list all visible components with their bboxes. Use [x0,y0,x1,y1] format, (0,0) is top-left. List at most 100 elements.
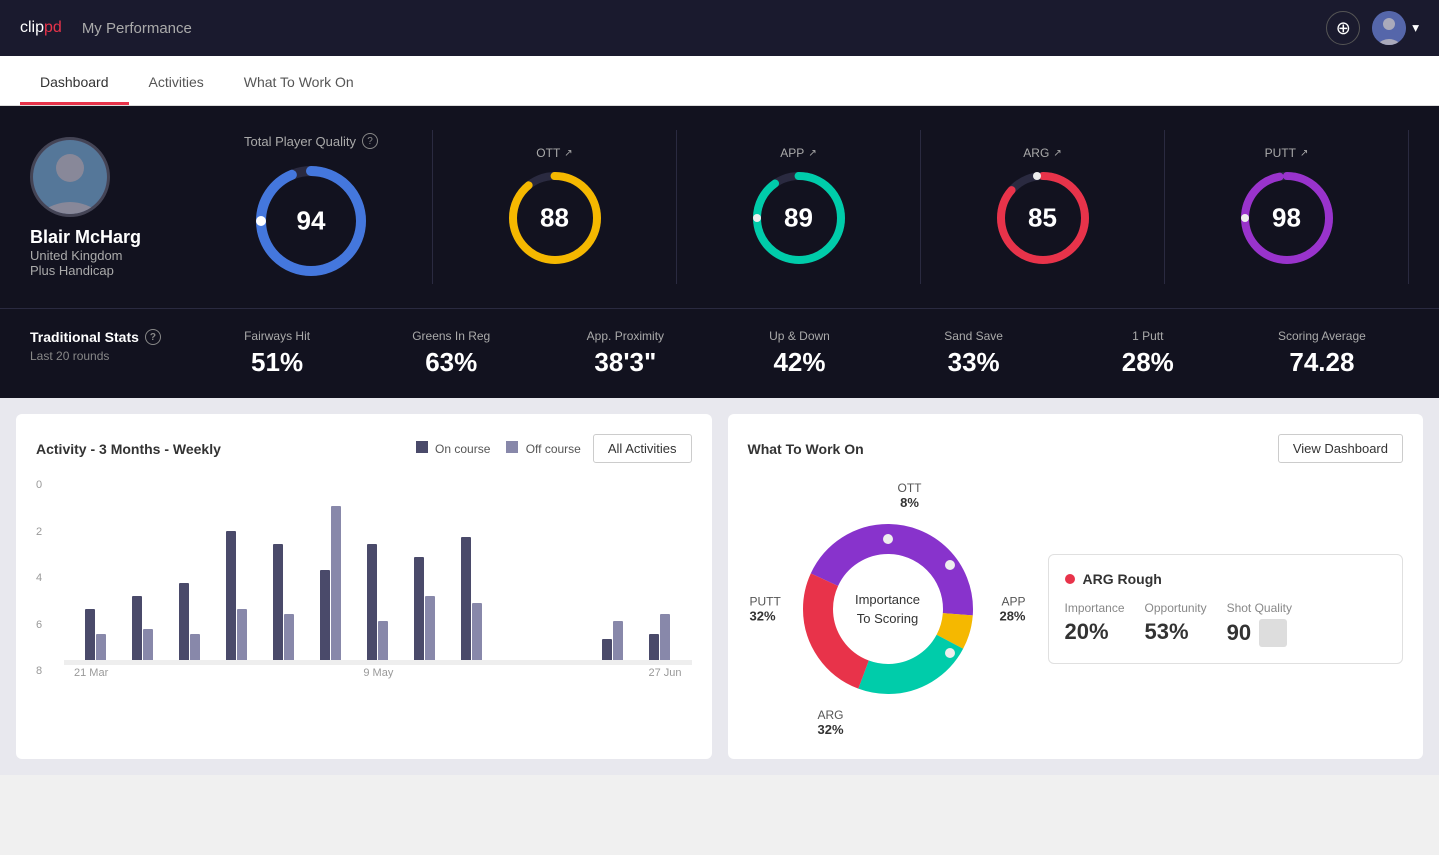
shot-quality-badge [1259,619,1287,647]
score-label-putt: PUTT ↗ [1265,146,1309,160]
donut-label-app: APP 28% [999,595,1025,624]
bar-group [215,531,258,660]
scores-row: OTT ↗ 88 APP ↗ [432,130,1409,284]
wtwo-content: OTT 8% APP 28% ARG 32% PUTT 32% [748,479,1404,739]
donut-chart-section: OTT 8% APP 28% ARG 32% PUTT 32% [748,479,1028,739]
arg-ring: 85 [993,168,1093,268]
score-label-arg: ARG ↗ [1023,146,1061,160]
tab-dashboard[interactable]: Dashboard [20,60,129,105]
player-country: United Kingdom [30,248,190,263]
player-handicap: Plus Handicap [30,263,190,278]
bar-off-course [472,603,482,660]
add-button[interactable]: ⊕ [1326,11,1360,45]
bar-group [356,544,399,660]
bar-on-course [320,570,330,660]
bar-group [591,621,634,660]
plus-icon: ⊕ [1336,18,1351,39]
tab-activities[interactable]: Activities [129,60,224,105]
what-to-work-on-card: What To Work On View Dashboard OTT 8% AP… [728,414,1424,759]
info-card-title: ARG Rough [1065,571,1387,587]
chart-x-labels: 21 Mar 9 May 27 Jun [64,667,692,679]
stats-label-section: Traditional Stats ? Last 20 rounds [30,329,190,363]
tpq-value: 94 [297,206,326,237]
bar-group [121,596,164,660]
putt-ring: 98 [1237,168,1337,268]
stat-1-putt: 1 Putt 28% [1061,329,1235,378]
bar-on-course [461,537,471,660]
logo-pd-text: pd [44,19,62,37]
arg-value: 85 [1028,203,1057,234]
bottom-row: Activity - 3 Months - Weekly On course O… [0,398,1439,775]
donut-center: Importance To Scoring [855,590,920,629]
bar-on-course [367,544,377,660]
player-info: Blair McHarg United Kingdom Plus Handica… [30,137,190,278]
bar-off-course [378,621,388,660]
score-card-arg: ARG ↗ 85 [921,130,1165,284]
bar-off-course [143,629,153,660]
info-metrics: Importance 20% Opportunity 53% Shot Qual… [1065,601,1387,647]
wtwo-header: What To Work On View Dashboard [748,434,1404,463]
stat-app-proximity: App. Proximity 38'3" [538,329,712,378]
bar-off-course [660,614,670,660]
stat-greens-in-reg: Greens In Reg 63% [364,329,538,378]
app-trend-icon: ↗ [808,148,816,159]
traditional-stats-row: Traditional Stats ? Last 20 rounds Fairw… [0,308,1439,398]
tpq-label: Total Player Quality ? [244,133,378,149]
chart-y-labels: 8 6 4 2 0 [36,479,56,679]
chart-wrapper: 8 6 4 2 0 21 Mar [36,479,692,679]
avatar [1372,11,1406,45]
tpq-help-icon[interactable]: ? [362,133,378,149]
tabs-bar: Dashboard Activities What To Work On [0,56,1439,106]
chevron-down-icon: ▾ [1412,20,1419,36]
info-metric-shot-quality: Shot Quality 90 [1227,601,1292,647]
ott-trend-icon: ↗ [564,148,572,159]
score-card-app: APP ↗ 89 [677,130,921,284]
bar-on-course [179,583,189,660]
bar-group [309,506,352,660]
all-activities-button[interactable]: All Activities [593,434,692,463]
bar-on-course [602,639,612,660]
putt-value: 98 [1272,203,1301,234]
stat-up-and-down: Up & Down 42% [712,329,886,378]
arg-trend-icon: ↗ [1053,148,1061,159]
putt-trend-icon: ↗ [1300,148,1308,159]
info-metric-importance: Importance 20% [1065,601,1125,647]
stat-scoring-average: Scoring Average 74.28 [1235,329,1409,378]
bar-off-course [331,506,341,660]
player-section: Blair McHarg United Kingdom Plus Handica… [30,130,1409,284]
chart-bars-wrapper: 21 Mar 9 May 27 Jun [64,660,692,679]
bar-on-course [226,531,236,660]
bar-group [74,609,117,660]
bar-group [403,557,446,660]
chart-legend: On course Off course [416,441,581,456]
app-ring: 89 [749,168,849,268]
info-card: ARG Rough Importance 20% Opportunity 53%… [1048,554,1404,664]
tab-what-to-work-on[interactable]: What To Work On [224,60,374,105]
player-avatar [30,137,110,217]
bar-group [168,583,211,660]
view-dashboard-button[interactable]: View Dashboard [1278,434,1403,463]
on-course-legend-dot [416,441,428,453]
ott-value: 88 [540,203,569,234]
red-dot-icon [1065,574,1075,584]
ott-ring: 88 [505,168,605,268]
stats-title: Traditional Stats ? [30,329,190,345]
stat-fairways-hit: Fairways Hit 51% [190,329,364,378]
app-value: 89 [784,203,813,234]
bar-on-course [85,609,95,660]
stats-help-icon[interactable]: ? [145,329,161,345]
bar-group [450,537,493,660]
donut-label-ott: OTT 8% [898,481,922,510]
bar-on-course [132,596,142,660]
bar-group [262,544,305,660]
grid-line [64,664,692,665]
bar-off-course [190,634,200,660]
header: clippd My Performance ⊕ ▾ [0,0,1439,56]
chart-title: Activity - 3 Months - Weekly [36,441,221,457]
bar-on-course [649,634,659,660]
bar-off-course [613,621,623,660]
logo: clippd [20,19,62,37]
user-avatar-button[interactable]: ▾ [1372,11,1419,45]
player-name: Blair McHarg [30,227,190,248]
bar-off-course [237,609,247,660]
